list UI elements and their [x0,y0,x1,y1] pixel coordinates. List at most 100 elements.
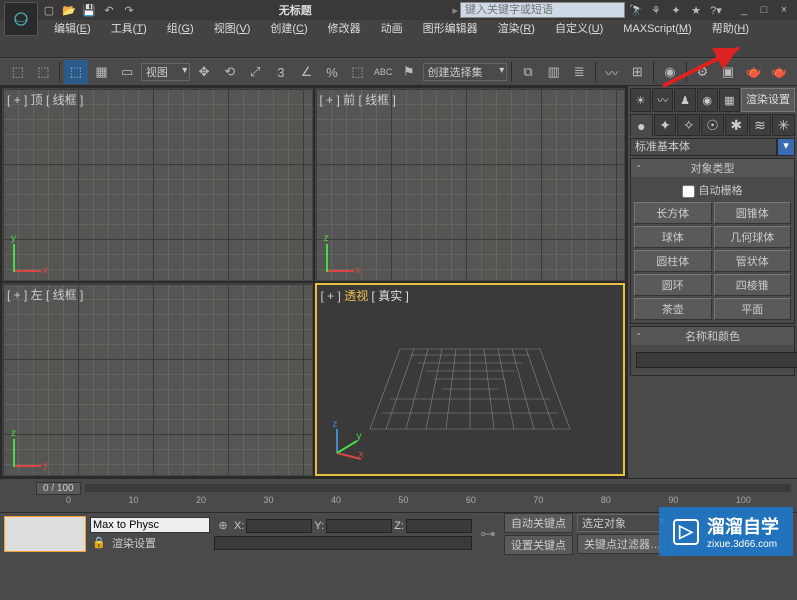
select-region-icon[interactable]: ▭ [115,60,139,84]
key-icon[interactable]: ⊶ [480,524,496,544]
select-object-icon[interactable]: ⬚ [64,60,88,84]
subtab-helpers[interactable]: ✱ [725,114,748,136]
menu-组[interactable]: 组(G) [157,20,204,38]
rollout-header-type[interactable]: 对象类型 [631,159,794,177]
material-editor-icon[interactable]: ◉ [658,60,682,84]
align-icon[interactable]: ▥ [542,60,566,84]
autokey-button[interactable]: 自动关键点 [504,513,573,533]
restore-button[interactable]: □ [755,2,773,18]
minimize-button[interactable]: _ [735,2,753,18]
rollout-header-name[interactable]: 名称和颜色 [631,327,794,345]
scale-icon[interactable]: ⤢ [243,60,267,84]
material-preview[interactable] [4,516,86,552]
open-icon[interactable]: 📂 [60,2,78,18]
redo-icon[interactable]: ↷ [120,2,138,18]
viewport-top[interactable]: [ + ] 顶 [ 线框 ] xy [2,88,313,281]
snap-percent-icon[interactable]: % [320,60,344,84]
primitive-四棱锥[interactable]: 四棱锥 [714,274,792,296]
viewport-label-left[interactable]: [ + ] 左 [ 线框 ] [7,286,83,303]
search-input[interactable] [460,2,625,18]
primitive-圆柱体[interactable]: 圆柱体 [634,250,712,272]
viewport-label-front[interactable]: [ + ] 前 [ 线框 ] [320,91,396,108]
time-slider[interactable]: 0 / 100 [36,482,81,495]
category-dropdown[interactable]: 标准基本体 ▾ [630,138,795,156]
key-target-dropdown[interactable]: 选定对象 [577,514,667,532]
tool-icon[interactable]: ✦ [667,2,685,18]
viewport-perspective[interactable]: [ + ] 透视 [ 真实 ] z y x [315,283,626,476]
viewport-label-top[interactable]: [ + ] 顶 [ 线框 ] [7,91,83,108]
primitive-平面[interactable]: 平面 [714,298,792,320]
script-listener-input[interactable] [90,517,210,533]
move-icon[interactable]: ✥ [192,60,216,84]
save-icon[interactable]: 💾 [80,2,98,18]
tab-display[interactable]: ▦ [719,88,740,112]
app-logo[interactable] [4,2,38,36]
favorite-icon[interactable]: ★ [687,2,705,18]
subtab-lights[interactable]: ✧ [677,114,700,136]
snap-3d-icon[interactable]: 3 [269,60,293,84]
binoculars-icon[interactable]: 🔭 [627,2,645,18]
tab-hierarchy[interactable]: ♟ [674,88,695,112]
lock-selection-icon[interactable]: 🔒 [90,535,108,551]
menu-修改器[interactable]: 修改器 [318,20,371,38]
tab-create[interactable]: ☀ [630,88,651,112]
subtab-cameras[interactable]: ☉ [701,114,724,136]
dropdown-arrow-icon[interactable]: ▾ [777,138,795,156]
subtab-geometry[interactable]: ● [630,114,653,136]
viewport-front[interactable]: [ + ] 前 [ 线框 ] xz [315,88,626,281]
viewport-label-persp[interactable]: [ + ] 透视 [ 真实 ] [321,287,409,304]
setkey-button[interactable]: 设置关键点 [504,535,573,555]
menu-自定义[interactable]: 自定义(U) [545,20,613,38]
menu-动画[interactable]: 动画 [371,20,413,38]
select-name-icon[interactable]: ▦ [90,60,114,84]
subtab-shapes[interactable]: ✦ [654,114,677,136]
primitive-圆环[interactable]: 圆环 [634,274,712,296]
render-frame-icon[interactable]: ▣ [716,60,740,84]
snap-angle-icon[interactable]: ∠ [295,60,319,84]
ref-coord-dropdown[interactable]: 视图 [141,63,190,81]
menu-图形编辑器[interactable]: 图形编辑器 [413,20,488,38]
quick-render-icon[interactable]: 🫖 [742,60,766,84]
curve-editor-icon[interactable]: 〰 [600,60,624,84]
x-input[interactable] [246,519,312,533]
render-setup-button[interactable]: 渲染设置 [741,88,795,112]
autogrid-checkbox[interactable] [682,185,695,198]
render-prod-icon[interactable]: 🫖 [767,60,791,84]
selection-set-dropdown[interactable]: 创建选择集 [423,63,508,81]
spinner-snap-icon[interactable]: ⬚ [346,60,370,84]
menu-创建[interactable]: 创建(C) [260,20,317,38]
menu-视图[interactable]: 视图(V) [204,20,261,38]
menu-工具[interactable]: 工具(T) [101,20,157,38]
viewport-left[interactable]: [ + ] 左 [ 线框 ] yz [2,283,313,476]
render-setup-icon[interactable]: ⚙ [691,60,715,84]
undo-icon[interactable]: ↶ [100,2,118,18]
menu-MAXScript[interactable]: MAXScript(M) [613,20,701,38]
unlink-icon[interactable]: ⬚ [32,60,56,84]
flag-icon[interactable]: ⚑ [397,60,421,84]
primitive-长方体[interactable]: 长方体 [634,202,712,224]
primitive-茶壶[interactable]: 茶壶 [634,298,712,320]
menu-编辑[interactable]: 编辑(E) [44,20,101,38]
close-button[interactable]: × [775,2,793,18]
menu-渲染[interactable]: 渲染(R) [488,20,545,38]
select-link-icon[interactable]: ⬚ [6,60,30,84]
new-icon[interactable]: ▢ [40,2,58,18]
layer-icon[interactable]: ≣ [567,60,591,84]
primitive-管状体[interactable]: 管状体 [714,250,792,272]
rotate-icon[interactable]: ⟲ [218,60,242,84]
primitive-球体[interactable]: 球体 [634,226,712,248]
community-icon[interactable]: ⚘ [647,2,665,18]
key-filters-button[interactable]: 关键点过滤器… [577,534,668,554]
primitive-圆锥体[interactable]: 圆锥体 [714,202,792,224]
schematic-icon[interactable]: ⊞ [626,60,650,84]
mirror-icon[interactable]: ⧉ [516,60,540,84]
primitive-几何球体[interactable]: 几何球体 [714,226,792,248]
subtab-spacewarps[interactable]: ≋ [749,114,772,136]
time-track[interactable] [85,484,791,492]
z-input[interactable] [406,519,472,533]
y-input[interactable] [326,519,392,533]
tab-modify[interactable]: 〰 [652,88,673,112]
tab-motion[interactable]: ◉ [697,88,718,112]
coord-toggle-icon[interactable]: ⊕ [214,518,232,534]
abc-icon[interactable]: ABC [371,60,395,84]
